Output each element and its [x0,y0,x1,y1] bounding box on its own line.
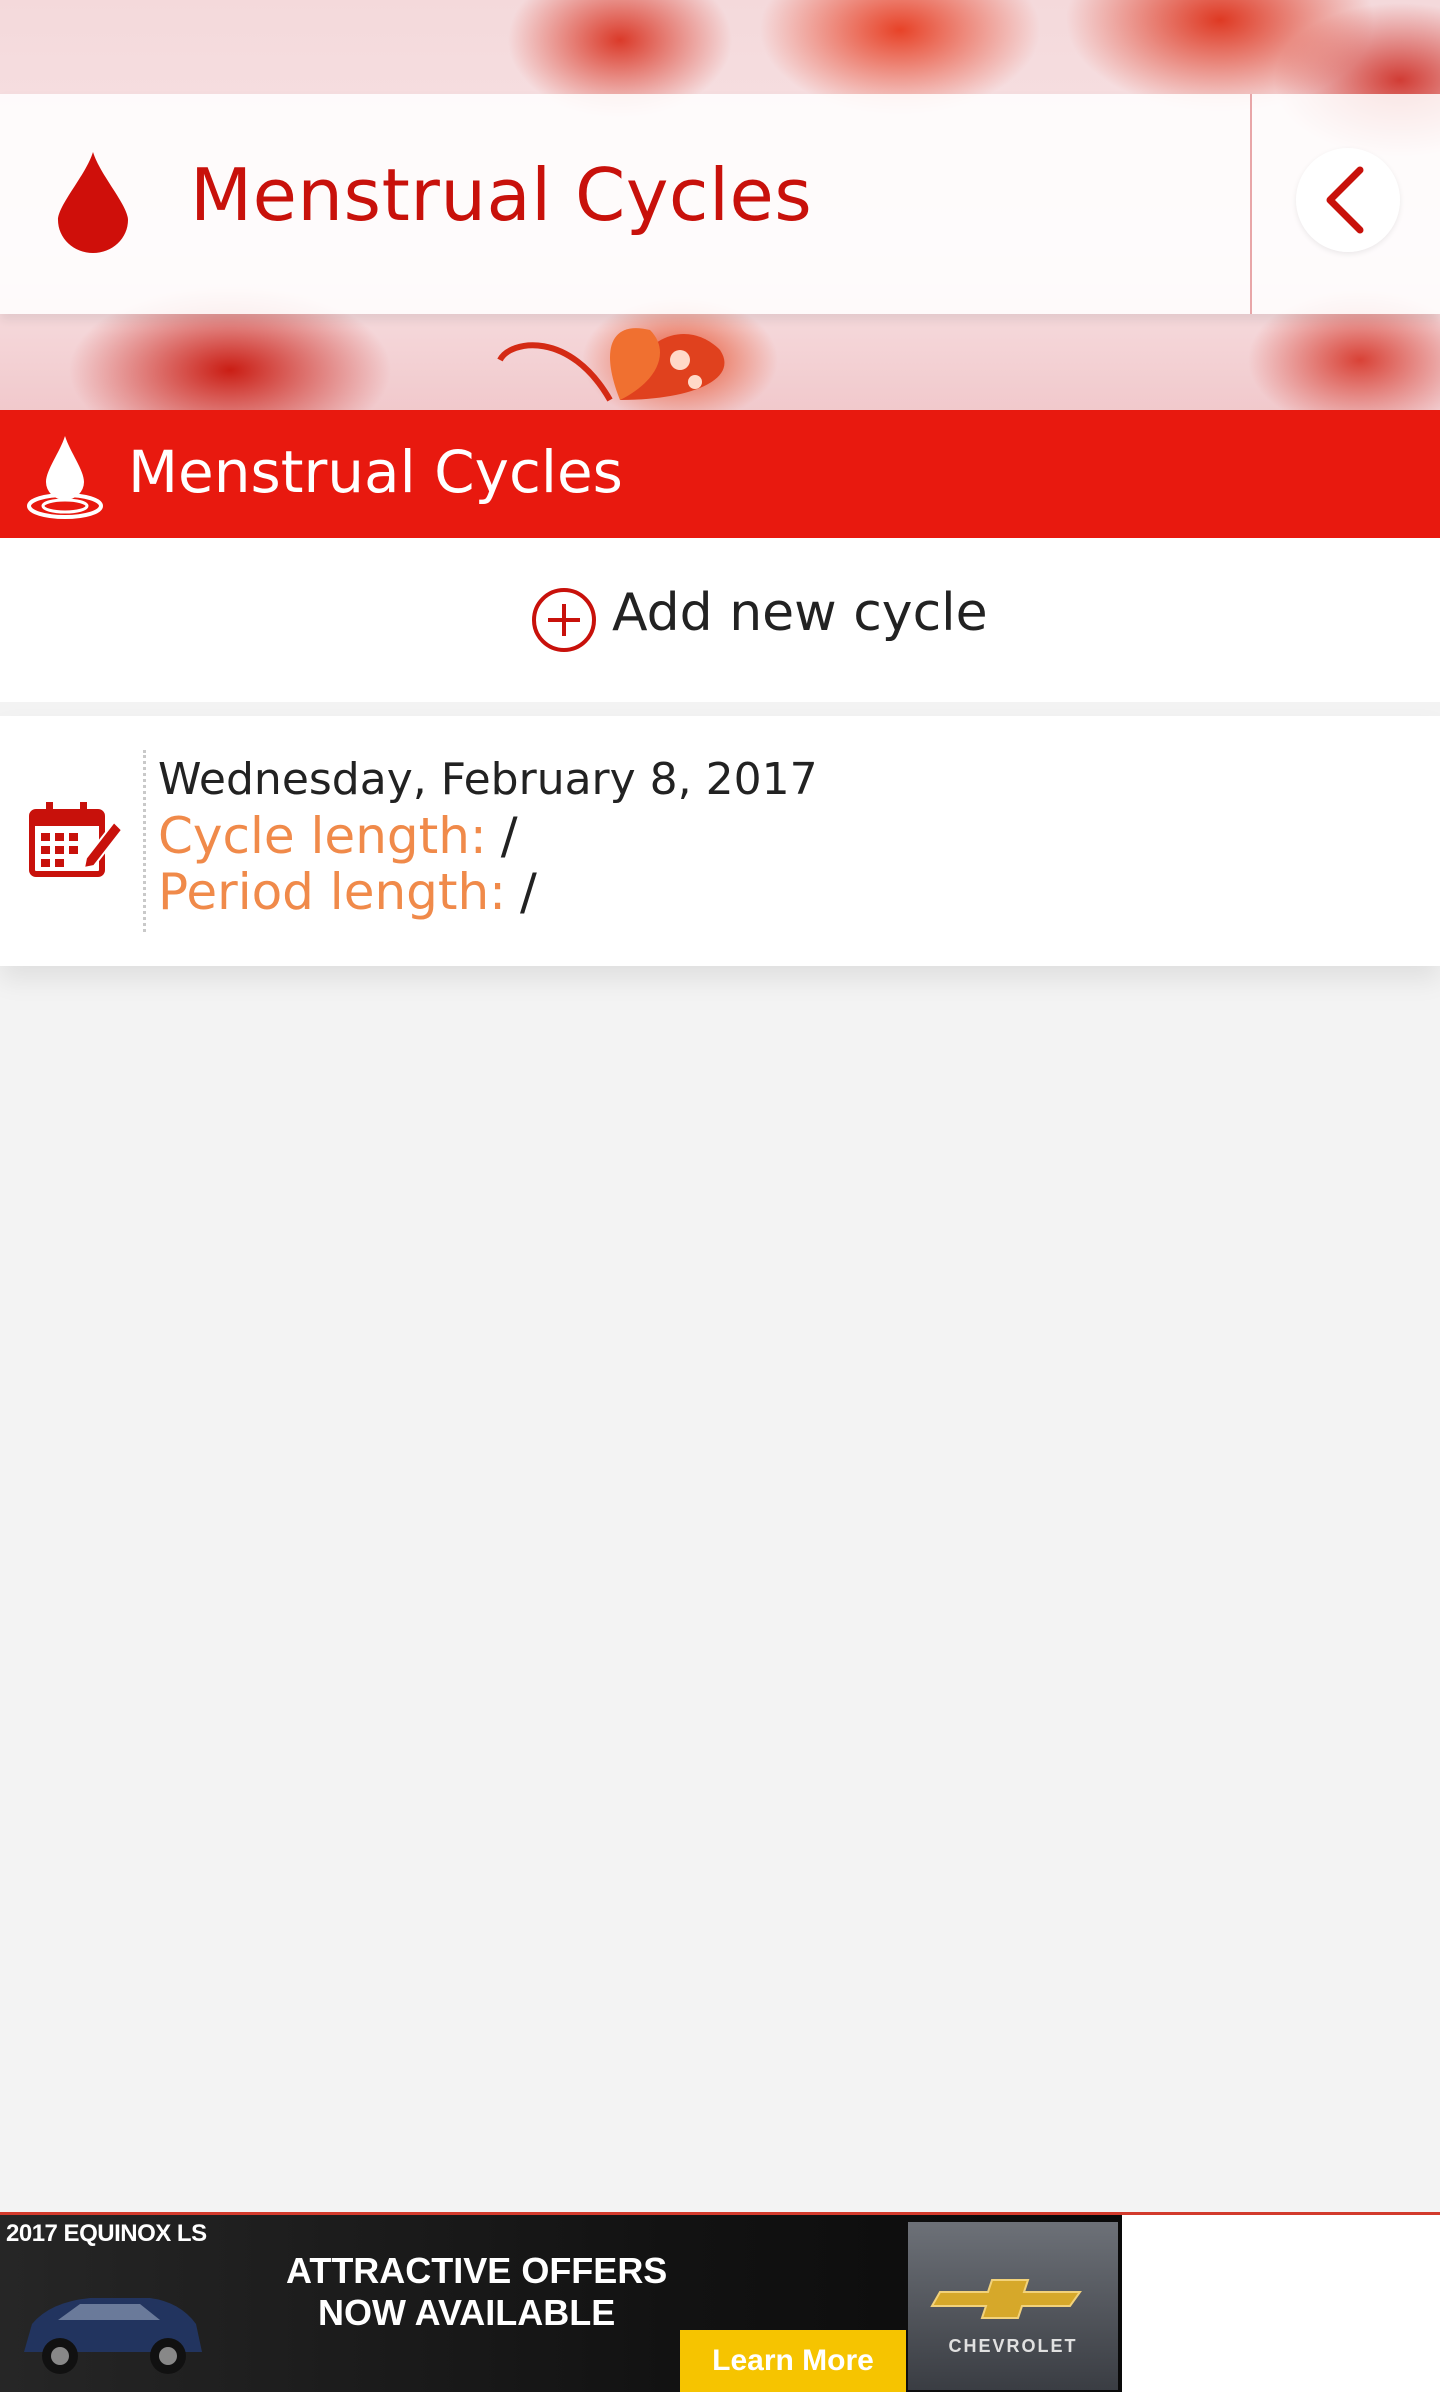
chevron-left-icon [1326,166,1364,234]
add-new-cycle-label[interactable]: Add new cycle [612,578,988,648]
ad-headline-line2: NOW AVAILABLE [318,2292,616,2333]
butterfly-decoration [497,328,725,402]
ad-model-text: 2017 EQUINOX LS [6,2220,207,2247]
period-length-label: Period length: [158,863,507,921]
ad-headline-line1: ATTRACTIVE OFFERS [286,2250,668,2291]
ad-brand-text: CHEVROLET [948,2336,1078,2356]
calendar-edit-icon [29,802,124,877]
chevrolet-bowtie-logo [930,2279,1082,2319]
cycle-date: Wednesday, February 8, 2017 [158,754,818,805]
top-bar-divider [1250,94,1252,314]
cycle-length-label: Cycle length: [158,807,487,865]
plus-circle-icon[interactable] [530,586,598,654]
section-title: Menstrual Cycles [128,438,623,506]
card-divider [143,750,146,932]
ad-blank-area [1122,2215,1440,2392]
period-length-row: Period length: / [158,864,537,920]
blood-drop-icon [58,152,128,253]
cycle-length-row: Cycle length: / [158,808,518,864]
car-image [24,2298,202,2374]
water-drop-icon [27,436,103,519]
page-title: Menstrual Cycles [190,153,813,237]
back-button[interactable] [1296,148,1400,252]
cycle-length-value: / [500,807,518,865]
ad-learn-more-button[interactable]: Learn More [680,2330,906,2392]
period-length-value: / [520,863,537,921]
